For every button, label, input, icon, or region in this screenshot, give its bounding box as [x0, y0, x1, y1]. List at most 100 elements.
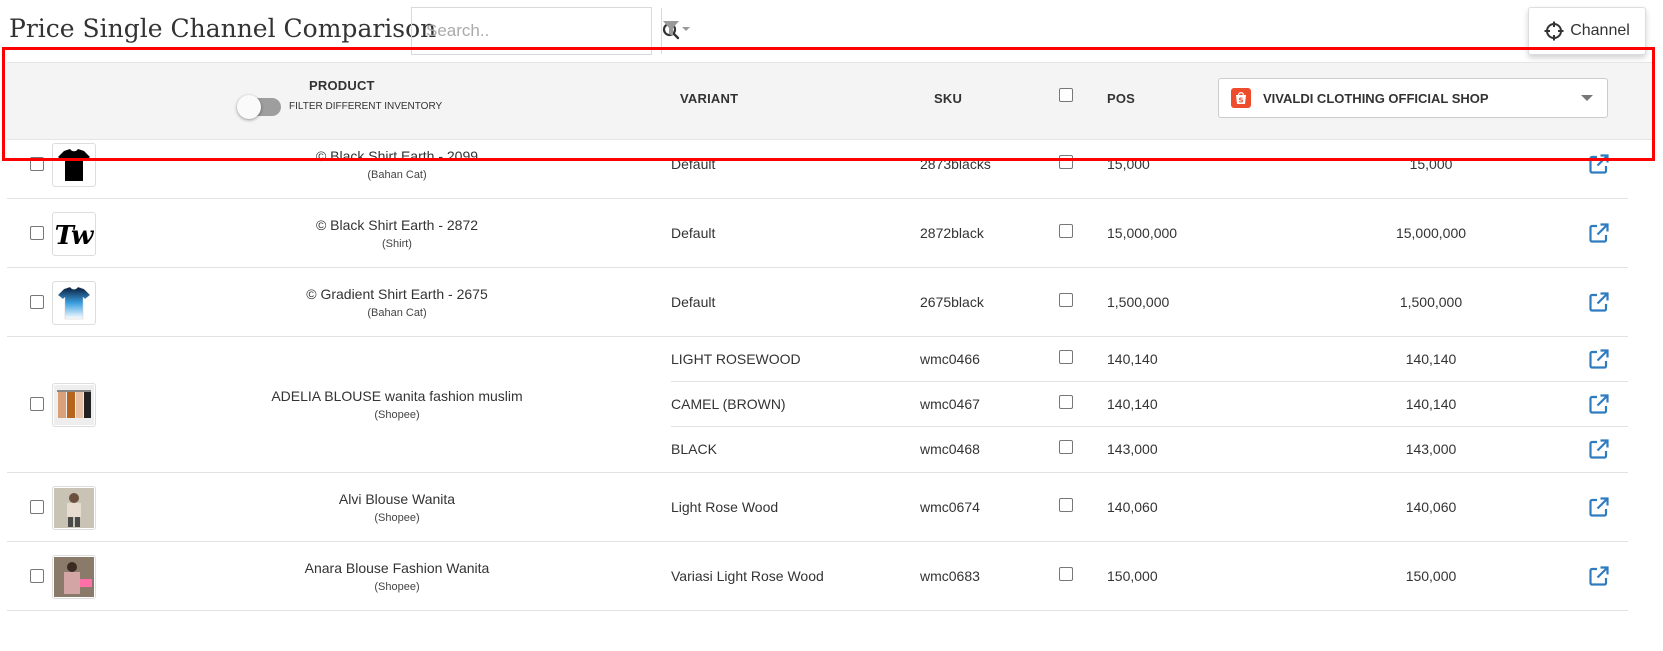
variant-row: Default 2675black 1,500,000 1,500,000	[671, 268, 1628, 337]
row-checkbox[interactable]	[30, 568, 44, 583]
variant-checkbox[interactable]	[1059, 439, 1073, 454]
product-category: (Shopee)	[374, 511, 420, 524]
variant-name: Variasi Light Rose Wood	[671, 567, 824, 584]
external-link-icon	[1589, 393, 1609, 414]
row-checkbox[interactable]	[30, 225, 44, 240]
variant-row: Light Rose Wood wmc0674 140,060 140,060	[671, 473, 1628, 542]
row-checkbox[interactable]	[30, 294, 44, 309]
column-header-sku: SKU	[934, 91, 963, 106]
open-external-link-button[interactable]	[1588, 565, 1610, 587]
svg-text:Tw: Tw	[55, 221, 94, 251]
channel-button-label: Channel	[1570, 22, 1630, 39]
pos-price: 1,500,000	[1107, 293, 1170, 310]
product-thumbnail	[52, 383, 96, 427]
product-category: (Shopee)	[374, 580, 420, 593]
open-external-link-button[interactable]	[1588, 348, 1610, 370]
svg-text:S: S	[1238, 97, 1243, 105]
open-external-link-button[interactable]	[1588, 153, 1610, 175]
variant-checkbox[interactable]	[1059, 292, 1073, 307]
product-thumbnail	[52, 485, 96, 530]
variant-checkbox[interactable]	[1059, 394, 1073, 409]
product-category: (Shopee)	[374, 409, 420, 421]
open-external-link-button[interactable]	[1588, 393, 1610, 415]
channel-price: 140,060	[1405, 498, 1457, 515]
variant-name: Default	[671, 293, 716, 310]
channel-select[interactable]: S VIVALDI CLOTHING OFFICIAL SHOP	[1218, 78, 1608, 118]
external-link-icon	[1589, 222, 1609, 243]
product-thumbnail	[52, 554, 96, 599]
variant-checkbox[interactable]	[1059, 566, 1073, 581]
product-name: Anara Blouse Fashion Wanita	[304, 559, 490, 576]
variant-name: Default	[671, 155, 716, 172]
toggle-knob	[237, 95, 261, 119]
channel-price: 140,140	[1405, 350, 1457, 367]
variant-sku: 2873blacks	[920, 155, 991, 172]
external-link-icon	[1589, 565, 1609, 586]
variant-row: Default 2873blacks 15,000 15,000	[671, 130, 1628, 199]
variant-checkbox[interactable]	[1059, 497, 1073, 512]
variant-row: LIGHT ROSEWOOD wmc0466 140,140 140,140	[671, 337, 1628, 382]
row-checkbox[interactable]	[30, 156, 44, 171]
variant-row: Default 2872black 15,000,000 15,000,000	[671, 199, 1628, 268]
search-input[interactable]	[412, 8, 661, 54]
selected-channel-name: VIVALDI CLOTHING OFFICIAL SHOP	[1263, 90, 1489, 106]
variant-checkbox[interactable]	[1059, 154, 1073, 169]
channel-price: 143,000	[1405, 440, 1457, 457]
variant-sku: wmc0466	[920, 350, 980, 367]
table-body: © Black Shirt Earth - 2099 (Bahan Cat) Def…	[7, 140, 1628, 611]
filter-different-inventory-toggle[interactable]	[237, 95, 281, 119]
variant-checkbox[interactable]	[1059, 349, 1073, 364]
product-name: Alvi Blouse Wanita	[338, 490, 456, 507]
row-checkbox[interactable]	[30, 499, 44, 514]
variant-name: LIGHT ROSEWOOD	[671, 350, 801, 367]
product-name: © Gradient Shirt Earth - 2675	[306, 285, 488, 302]
open-external-link-button[interactable]	[1588, 496, 1610, 518]
variant-name: Light Rose Wood	[671, 498, 779, 515]
row-checkbox[interactable]	[30, 397, 44, 411]
column-header-pos: POS	[1107, 91, 1136, 106]
search-box	[411, 7, 680, 55]
filter-different-inventory-label: FILTER DIFFERENT INVENTORY	[289, 101, 443, 112]
pos-price: 150,000	[1107, 567, 1158, 584]
pos-price: 143,000	[1107, 440, 1158, 457]
product-row: Alvi Blouse Wanita (Shopee) Light Rose Woo…	[7, 473, 1628, 542]
external-link-icon	[1589, 153, 1609, 174]
open-external-link-button[interactable]	[1588, 291, 1610, 313]
crosshairs-icon	[1544, 21, 1564, 41]
variant-sku: wmc0683	[920, 567, 980, 584]
open-external-link-button[interactable]	[1588, 222, 1610, 244]
channel-price: 140,140	[1405, 395, 1457, 412]
variant-sku: wmc0674	[920, 498, 980, 515]
variant-name: Default	[671, 224, 716, 241]
select-all-checkbox[interactable]	[1059, 88, 1073, 102]
product-thumbnail	[52, 280, 96, 325]
product-name: ADELIA BLOUSE wanita fashion muslim	[271, 388, 523, 404]
external-link-icon	[1589, 438, 1609, 459]
variant-row: BLACK wmc0468 143,000 143,000	[671, 427, 1628, 472]
pos-price: 140,140	[1107, 350, 1158, 367]
variant-name: BLACK	[671, 440, 717, 457]
filter-dropdown-button[interactable]	[662, 18, 692, 40]
product-row: Anara Blouse Fashion Wanita (Shopee) Varia…	[7, 542, 1628, 611]
product-row: Tw © Black Shirt Earth - 2872 (Shirt) Defau…	[7, 199, 1628, 268]
variant-checkbox[interactable]	[1059, 223, 1073, 238]
channel-button[interactable]: Channel	[1528, 7, 1646, 55]
channel-price: 15,000	[1409, 155, 1453, 172]
variant-name: CAMEL (BROWN)	[671, 395, 786, 412]
open-external-link-button[interactable]	[1588, 438, 1610, 460]
variant-sku: 2872black	[920, 224, 984, 241]
channel-price: 1,500,000	[1399, 293, 1463, 310]
channel-price: 15,000,000	[1395, 224, 1467, 241]
pos-price: 15,000	[1107, 155, 1150, 172]
column-header-product: PRODUCT	[309, 78, 375, 93]
variant-sku: 2675black	[920, 293, 984, 310]
page-title: Price Single Channel Comparison	[9, 14, 437, 43]
product-name: © Black Shirt Earth - 2872	[315, 216, 479, 233]
product-row: © Black Shirt Earth - 2099 (Bahan Cat) Def…	[7, 130, 1628, 199]
variant-row: CAMEL (BROWN) wmc0467 140,140 140,140	[671, 382, 1628, 427]
variant-row: Variasi Light Rose Wood wmc0683 150,000 150…	[671, 542, 1628, 611]
pos-price: 15,000,000	[1107, 224, 1178, 241]
product-thumbnail: Tw	[52, 211, 96, 256]
variant-sku: wmc0468	[920, 440, 980, 457]
filter-icon	[663, 21, 690, 36]
